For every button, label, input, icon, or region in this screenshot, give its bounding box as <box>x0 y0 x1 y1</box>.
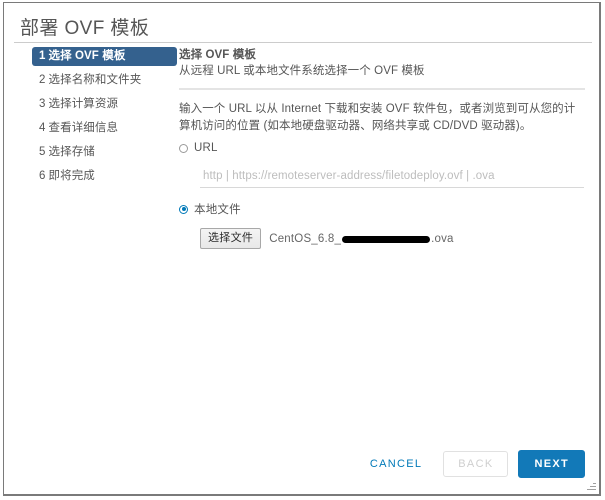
step-number: 2 <box>39 74 46 86</box>
content-divider <box>179 88 585 90</box>
step-label: 即将完成 <box>48 170 95 182</box>
redaction-bar <box>342 236 431 243</box>
step-item-4[interactable]: 4 查看详细信息 <box>32 119 177 138</box>
file-name-prefix: CentOS_6.8_ <box>269 232 342 245</box>
step-number: 5 <box>39 146 46 158</box>
url-input[interactable] <box>200 170 584 188</box>
resize-grip-icon[interactable] <box>587 482 596 491</box>
selected-file-name: CentOS_6.8_ .ova <box>269 233 453 245</box>
next-button[interactable]: Next <box>518 450 585 478</box>
step-item-6[interactable]: 6 即将完成 <box>32 167 177 186</box>
cancel-button[interactable]: Cancel <box>357 451 435 477</box>
dialog-footer: Cancel Back Next <box>357 450 585 478</box>
deploy-ovf-dialog: 部署 OVF 模板 1 选择 OVF 模板 2 选择名称和文件夹 3 选择计算资源 4… <box>3 2 601 496</box>
file-name-suffix: .ova <box>431 232 454 245</box>
step-label: 查看详细信息 <box>48 122 119 134</box>
local-file-radio-row[interactable]: 本地文件 <box>179 201 587 217</box>
title-divider <box>14 42 592 43</box>
url-input-wrapper <box>200 166 584 188</box>
content-subheading: 从远程 URL 或本地文件系统选择一个 OVF 模板 <box>179 65 425 77</box>
wizard-steps-list: 1 选择 OVF 模板 2 选择名称和文件夹 3 选择计算资源 4 查看详细信息 5 选择… <box>32 47 177 191</box>
url-radio-row[interactable]: URL <box>179 142 587 154</box>
step-item-1[interactable]: 1 选择 OVF 模板 <box>32 47 177 66</box>
url-radio-label: URL <box>194 142 218 154</box>
dialog-title: 部署 OVF 模板 <box>20 18 150 39</box>
step-label: 选择计算资源 <box>48 98 119 110</box>
step-label: 选择存储 <box>48 146 95 158</box>
step-label: 选择名称和文件夹 <box>48 74 142 86</box>
step-number: 6 <box>39 170 46 182</box>
content-heading: 选择 OVF 模板 <box>179 49 256 61</box>
step-number: 4 <box>39 122 46 134</box>
step-item-3[interactable]: 3 选择计算资源 <box>32 95 177 114</box>
browse-file-button[interactable]: 选择文件 <box>200 228 262 249</box>
back-button: Back <box>443 451 509 477</box>
content-panel: 选择 OVF 模板 从远程 URL 或本地文件系统选择一个 OVF 模板 输入一… <box>179 47 587 249</box>
step-item-5[interactable]: 5 选择存储 <box>32 143 177 162</box>
step-item-2[interactable]: 2 选择名称和文件夹 <box>32 71 177 90</box>
radio-url-icon[interactable] <box>179 143 188 153</box>
content-description: 输入一个 URL 以从 Internet 下载和安装 OVF 软件包，或者浏览到… <box>179 103 576 132</box>
step-number: 3 <box>39 98 46 110</box>
step-label: 选择 OVF 模板 <box>48 50 126 62</box>
file-chooser-row: 选择文件 CentOS_6.8_ .ova <box>200 228 587 249</box>
radio-local-file-icon[interactable] <box>179 204 188 214</box>
local-file-radio-label: 本地文件 <box>194 204 241 216</box>
step-number: 1 <box>39 50 46 62</box>
